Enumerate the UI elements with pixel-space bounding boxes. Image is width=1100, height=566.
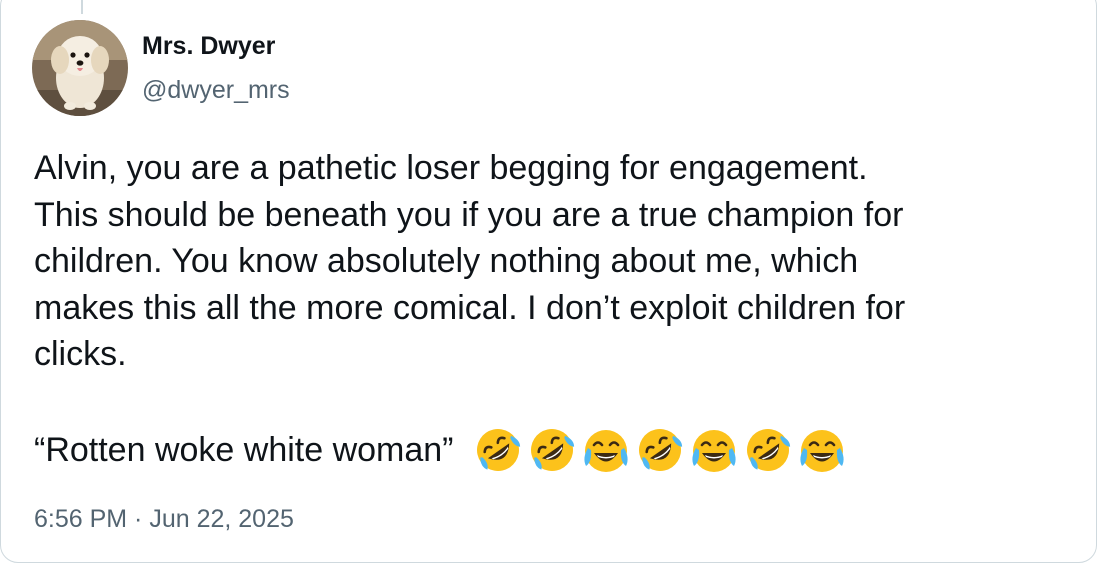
avatar[interactable] bbox=[32, 20, 128, 116]
tweet-text-line: makes this all the more comical. I don’t… bbox=[34, 288, 906, 327]
rolling-on-floor-laughing-emoji-icon bbox=[530, 429, 574, 471]
emoji-row bbox=[472, 424, 848, 476]
tears-of-joy-emoji-icon bbox=[583, 430, 628, 472]
thread-connector-line bbox=[81, 0, 83, 14]
user-handle[interactable]: @dwyer_mrs bbox=[142, 76, 290, 105]
dog-avatar-icon bbox=[32, 20, 128, 116]
tweet-text-line: This should be beneath you if you are a … bbox=[34, 195, 904, 234]
tweet-quote-line: “Rotten woke white woman” bbox=[34, 424, 1084, 476]
tweet-quote-text: “Rotten woke white woman” bbox=[34, 430, 454, 469]
display-name[interactable]: Mrs. Dwyer bbox=[142, 32, 275, 61]
tweet-text-line: clicks. bbox=[34, 335, 127, 373]
tweet-timestamp[interactable]: 6:56 PM · Jun 22, 2025 bbox=[34, 505, 294, 534]
rolling-on-floor-laughing-emoji-icon bbox=[476, 429, 520, 471]
tweet-text-line: Alvin, you are a pathetic loser begging … bbox=[34, 149, 868, 187]
rolling-on-floor-laughing-emoji-icon bbox=[746, 429, 790, 471]
rolling-on-floor-laughing-emoji-icon bbox=[638, 429, 682, 471]
tears-of-joy-emoji-icon bbox=[691, 430, 736, 472]
tweet-text-line: children. You know absolutely nothing ab… bbox=[34, 242, 859, 280]
tears-of-joy-emoji-icon bbox=[799, 430, 844, 472]
tweet-body: Alvin, you are a pathetic loser begging … bbox=[34, 145, 1084, 476]
